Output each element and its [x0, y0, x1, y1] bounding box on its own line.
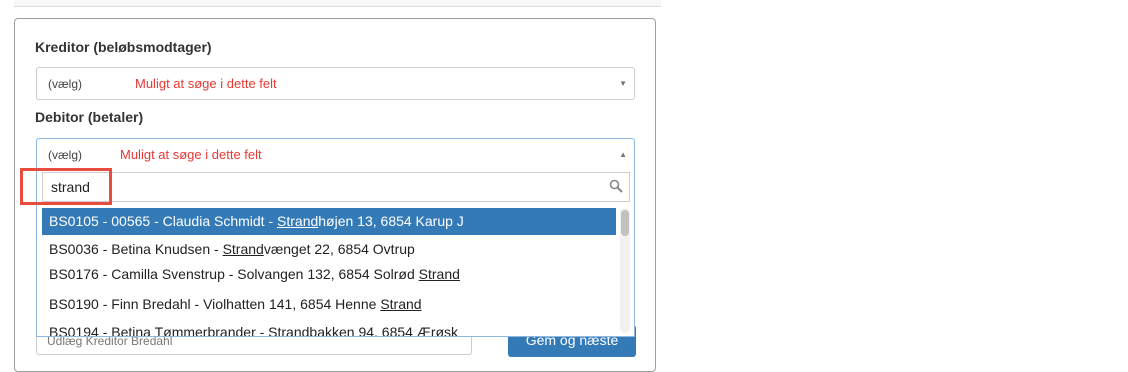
result-item[interactable]: BS0176 - Camilla Svenstrup - Solvangen 1…: [42, 266, 616, 282]
creditor-label: Kreditor (beløbsmodtager): [35, 39, 212, 55]
match-text: Strand: [418, 266, 460, 282]
result-item[interactable]: BS0105 - 00565 - Claudia Schmidt - Stran…: [42, 208, 616, 235]
match-text: Strand: [380, 296, 422, 312]
creditor-select[interactable]: (vælg) Muligt at søge i dette felt ▼: [36, 67, 635, 100]
creditor-search-hint: Muligt at søge i dette felt: [135, 76, 277, 91]
creditor-select-value: (vælg): [48, 77, 83, 91]
match-text: Strand: [277, 213, 319, 229]
dropdown-search-box: [42, 172, 630, 202]
triangle-up-icon: ▲: [619, 150, 627, 159]
result-item[interactable]: BS0190 - Finn Bredahl - Violhatten 141, …: [42, 296, 616, 312]
results-scrollbar[interactable]: [620, 208, 630, 333]
debtor-dropdown: BS0105 - 00565 - Claudia Schmidt - Stran…: [36, 169, 635, 337]
scrollbar-thumb[interactable]: [621, 210, 629, 236]
annotation-highlight-box: [20, 168, 112, 205]
triangle-down-icon: ▼: [619, 79, 627, 88]
debtor-select[interactable]: (vælg) Muligt at søge i dette felt ▲: [36, 138, 635, 170]
magnifier-icon: [609, 179, 623, 193]
dropdown-search-input[interactable]: [43, 173, 629, 201]
match-text: Strand: [222, 241, 264, 257]
result-item[interactable]: BS0036 - Betina Knudsen - Strandvænget 2…: [42, 241, 616, 257]
top-bar: [14, 0, 661, 7]
result-item[interactable]: BS0194 - Betina Tømmerbrander - Strandba…: [42, 324, 616, 337]
debtor-search-hint: Muligt at søge i dette felt: [120, 147, 262, 162]
match-text: Strand: [268, 324, 310, 337]
debtor-label: Debitor (betaler): [35, 109, 144, 125]
debtor-select-value: (vælg): [48, 148, 83, 162]
